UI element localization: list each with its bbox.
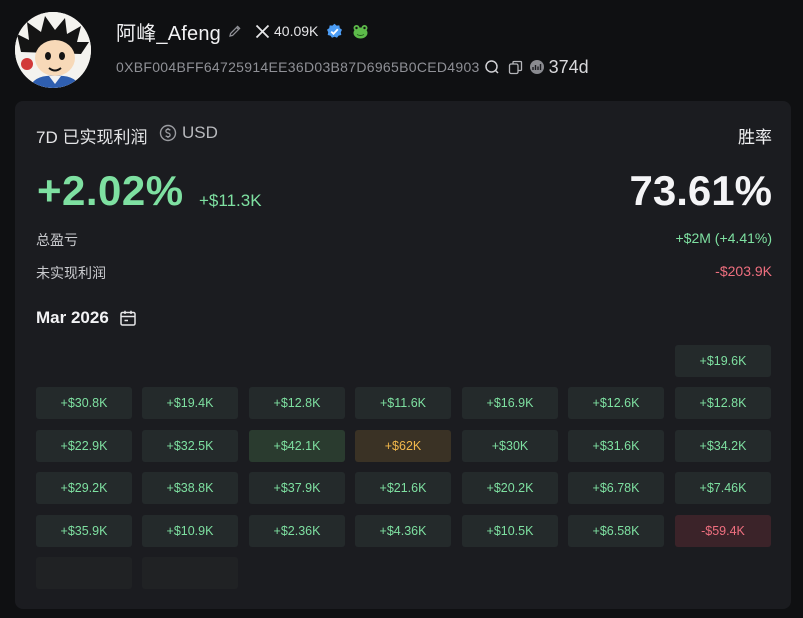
wallet-age: 374d: [548, 56, 589, 77]
calendar-day[interactable]: +$6.78K: [568, 472, 664, 504]
calendar-day[interactable]: +$12.8K: [249, 387, 345, 419]
calendar-day[interactable]: +$29.2K: [36, 472, 132, 504]
total-pnl-label: 总盈亏: [36, 232, 78, 248]
calendar-day[interactable]: +$7.46K: [675, 472, 771, 504]
profile-name-row: 阿峰_Afeng 40.09K: [116, 18, 370, 45]
x-logo-icon[interactable]: [255, 24, 270, 39]
edit-icon[interactable]: [227, 23, 243, 39]
calendar-day[interactable]: +$37.9K: [249, 472, 345, 504]
currency-toggle[interactable]: USD: [159, 123, 218, 143]
calendar-day[interactable]: +$21.6K: [355, 472, 451, 504]
search-icon[interactable]: [484, 59, 500, 75]
realized-pnl-usd: +$11.3K: [199, 191, 262, 210]
calendar-day[interactable]: +$2.36K: [249, 515, 345, 547]
profile-name: 阿峰_Afeng: [116, 22, 221, 45]
wallet-address: 0XBF004BFF64725914EE36D03B87D6965B0CED49…: [116, 59, 480, 75]
calendar-day[interactable]: +$30K: [462, 430, 558, 462]
calendar-day[interactable]: +$6.58K: [568, 515, 664, 547]
calendar-day-empty: [36, 557, 132, 589]
copy-icon[interactable]: [508, 60, 523, 75]
calendar-icon[interactable]: [119, 309, 137, 327]
calendar-day[interactable]: +$10.9K: [142, 515, 238, 547]
wallet-address-row: 0XBF004BFF64725914EE36D03B87D6965B0CED49…: [116, 56, 589, 78]
avatar[interactable]: [15, 12, 91, 88]
calendar-day[interactable]: +$12.6K: [568, 387, 664, 419]
calendar-day[interactable]: +$19.6K: [675, 345, 771, 377]
currency-label: USD: [182, 123, 218, 142]
pnl-card: 7D 已实现利润 USD 胜率 +2.02% +$11.3K 73.61% 总盈…: [15, 101, 791, 609]
realized-pnl-percent: +2.02%: [37, 167, 184, 214]
calendar-day[interactable]: +$38.8K: [142, 472, 238, 504]
calendar-day[interactable]: +$10.5K: [462, 515, 558, 547]
calendar-day[interactable]: +$20.2K: [462, 472, 558, 504]
period-label: 7D 已实现利润: [36, 128, 148, 147]
currency-switch-icon: [159, 124, 177, 142]
unrealized-pnl-label: 未实现利润: [36, 265, 106, 281]
calendar-day[interactable]: +$32.5K: [142, 430, 238, 462]
calendar-day[interactable]: +$35.9K: [36, 515, 132, 547]
frog-tag-icon: [351, 23, 370, 40]
calendar-day[interactable]: +$31.6K: [568, 430, 664, 462]
unrealized-pnl-value: -$203.9K: [715, 263, 772, 279]
month-selector[interactable]: Mar 2026: [36, 308, 137, 328]
calendar-day[interactable]: +$12.8K: [675, 387, 771, 419]
calendar-day[interactable]: +$30.8K: [36, 387, 132, 419]
calendar-day[interactable]: +$22.9K: [36, 430, 132, 462]
calendar-month: Mar 2026: [36, 308, 109, 327]
avatar-image: [15, 12, 91, 88]
calendar-day[interactable]: +$42.1K: [249, 430, 345, 462]
win-rate-label: 胜率: [738, 128, 772, 147]
verified-badge-icon: [326, 23, 343, 40]
calendar-day-empty: [142, 557, 238, 589]
total-pnl-value: +$2M (+4.41%): [675, 230, 773, 246]
calendar-day[interactable]: +$4.36K: [355, 515, 451, 547]
win-rate-value: 73.61%: [629, 167, 772, 214]
calendar-day[interactable]: +$16.9K: [462, 387, 558, 419]
x-follower-count: 40.09K: [274, 23, 319, 39]
calendar-day[interactable]: +$19.4K: [142, 387, 238, 419]
explorer-icon[interactable]: [529, 59, 545, 75]
calendar-day[interactable]: +$34.2K: [675, 430, 771, 462]
calendar-day[interactable]: +$11.6K: [355, 387, 451, 419]
calendar-day-loss[interactable]: -$59.4K: [675, 515, 771, 547]
calendar-day-best[interactable]: +$62K: [355, 430, 451, 462]
